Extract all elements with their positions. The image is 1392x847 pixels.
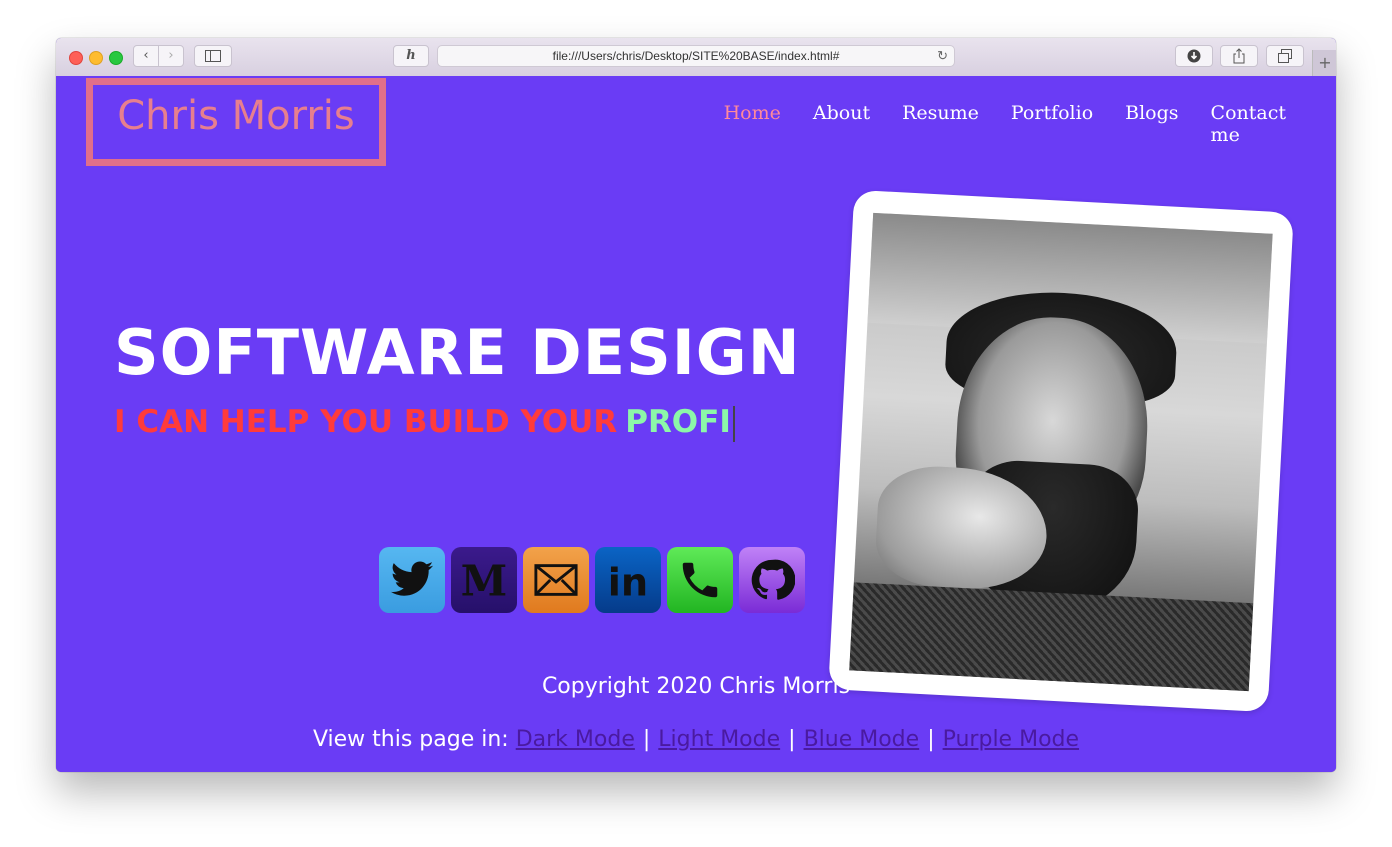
nav-about[interactable]: About — [813, 102, 870, 146]
minimize-window-button[interactable] — [89, 51, 103, 65]
web-page: Chris Morris Home About Resume Portfolio… — [56, 76, 1336, 772]
extension-button[interactable]: h — [393, 45, 429, 67]
site-logo: Chris Morris — [117, 93, 355, 139]
sidebar-icon — [205, 50, 221, 62]
maximize-window-button[interactable] — [109, 51, 123, 65]
address-bar[interactable]: file:///Users/chris/Desktop/SITE%20BASE/… — [437, 45, 955, 67]
back-button[interactable]: ‹ — [133, 45, 159, 67]
downloads-button[interactable] — [1175, 45, 1213, 67]
social-links: M in — [379, 547, 805, 613]
linkedin-link[interactable]: in — [595, 547, 661, 613]
hero-subtitle-static: I CAN HELP YOU BUILD YOUR — [114, 404, 618, 440]
hero-subtitle-typed: PROFI — [625, 404, 731, 440]
nav-portfolio[interactable]: Portfolio — [1011, 102, 1093, 146]
dark-mode-link[interactable]: Dark Mode — [516, 727, 635, 752]
profile-photo-frame — [828, 189, 1294, 713]
phone-icon — [682, 562, 718, 598]
light-mode-link[interactable]: Light Mode — [658, 727, 780, 752]
new-tab-button[interactable]: + — [1312, 50, 1336, 76]
plus-icon: + — [1318, 53, 1332, 72]
github-link[interactable] — [739, 547, 805, 613]
nav-blogs[interactable]: Blogs — [1125, 102, 1178, 146]
profile-photo — [849, 212, 1273, 692]
svg-text:M: M — [461, 557, 507, 603]
linkedin-icon: in — [608, 560, 648, 603]
logo-box[interactable]: Chris Morris — [86, 78, 386, 166]
browser-toolbar: ‹ › h file:///Users/chris/Desktop/SITE%2… — [56, 38, 1336, 77]
svg-text:in: in — [608, 560, 648, 603]
hero-subtitle: I CAN HELP YOU BUILD YOUR PROFI — [114, 404, 735, 442]
nav-home[interactable]: Home — [724, 102, 781, 146]
github-icon — [751, 559, 795, 600]
separator: | — [788, 727, 796, 752]
sidebar-toggle-button[interactable] — [194, 45, 232, 67]
nav-contact[interactable]: Contact me — [1211, 102, 1286, 146]
close-window-button[interactable] — [69, 51, 83, 65]
tabs-icon — [1278, 49, 1292, 63]
copyright-text: Copyright 2020 Chris Morris — [541, 674, 851, 699]
browser-window: ‹ › h file:///Users/chris/Desktop/SITE%2… — [56, 38, 1336, 772]
phone-link[interactable] — [667, 547, 733, 613]
address-text: file:///Users/chris/Desktop/SITE%20BASE/… — [552, 49, 840, 63]
reload-icon[interactable]: ↻ — [937, 46, 948, 66]
extension-label: h — [406, 48, 416, 63]
email-link[interactable] — [523, 547, 589, 613]
theme-switcher: View this page in: Dark Mode | Light Mode |… — [56, 727, 1336, 752]
hero-title: SOFTWARE DESIGN — [114, 316, 801, 389]
purple-mode-link[interactable]: Purple Mode — [943, 727, 1079, 752]
medium-icon: M — [461, 557, 507, 603]
share-button[interactable] — [1220, 45, 1258, 67]
blue-mode-link[interactable]: Blue Mode — [804, 727, 920, 752]
nav-resume[interactable]: Resume — [902, 102, 979, 146]
forward-button[interactable]: › — [158, 45, 184, 67]
chevron-left-icon: ‹ — [143, 48, 149, 63]
mail-icon — [534, 564, 578, 596]
medium-link[interactable]: M — [451, 547, 517, 613]
typing-cursor — [732, 405, 735, 442]
chevron-right-icon: › — [168, 48, 174, 63]
tab-overview-button[interactable] — [1266, 45, 1304, 67]
share-icon — [1233, 48, 1245, 64]
twitter-link[interactable] — [379, 547, 445, 613]
main-nav: Home About Resume Portfolio Blogs Contac… — [724, 102, 1286, 146]
download-icon — [1187, 49, 1201, 63]
separator: | — [642, 727, 651, 752]
separator: | — [927, 727, 935, 752]
theme-switcher-label: View this page in: — [312, 727, 509, 752]
twitter-icon — [390, 561, 434, 596]
